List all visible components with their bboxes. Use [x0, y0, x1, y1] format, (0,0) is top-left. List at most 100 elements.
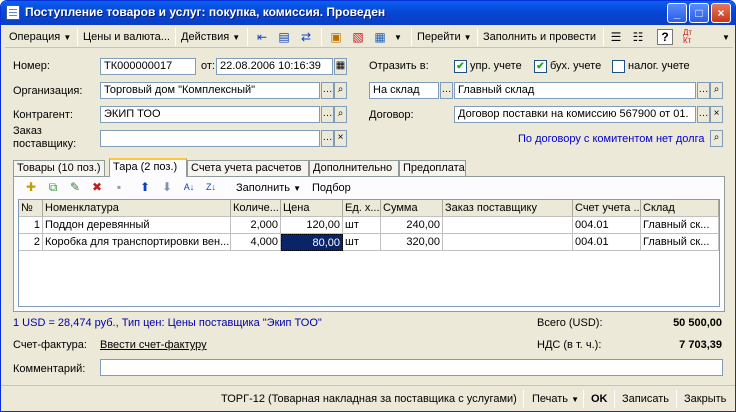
cell-sum[interactable]: 240,00	[381, 217, 443, 234]
col-header-order[interactable]: Заказ поставщику	[443, 200, 573, 217]
sort-asc-icon[interactable]: A↓	[180, 178, 198, 196]
debt-open-icon[interactable]: ⌕	[710, 130, 723, 147]
contractor-field[interactable]: ЭКИП ТОО	[100, 106, 320, 123]
contract-select-button[interactable]: …	[697, 106, 710, 123]
contractor-open-icon[interactable]: ⌕	[334, 106, 347, 123]
end-edit-icon[interactable]: ▪	[110, 178, 128, 196]
contractor-select-button[interactable]: …	[321, 106, 334, 123]
enter-invoice-link[interactable]: Ввести счет-фактуру	[100, 339, 207, 351]
col-header-warehouse[interactable]: Склад	[641, 200, 719, 217]
ok-button[interactable]: OK	[591, 390, 608, 408]
tara-table[interactable]: № Номенклатура Количе... Цена Ед. х... С…	[18, 199, 720, 307]
col-header-unit[interactable]: Ед. х...	[343, 200, 381, 217]
refresh-icon[interactable]: ⇄	[297, 28, 315, 46]
tab-prepayment[interactable]: Предоплата	[399, 160, 466, 176]
tab-accounts[interactable]: Счета учета расчетов	[187, 160, 309, 176]
col-header-item[interactable]: Номенклатура	[43, 200, 231, 217]
operation-menu[interactable]: Операция ▼	[7, 27, 73, 47]
move-up-icon[interactable]: ⬆	[136, 178, 154, 196]
prices-currency-button[interactable]: Цены и валюта...	[81, 27, 172, 47]
warehouse-select-button[interactable]: …	[697, 82, 710, 99]
order-clear-icon[interactable]: ×	[334, 130, 347, 147]
unpost-document-icon[interactable]: ▧	[349, 28, 367, 46]
tab-additional[interactable]: Дополнительно	[309, 160, 399, 176]
cell-number: 1	[19, 217, 43, 234]
tab-tara[interactable]: Тара (2 поз.)	[109, 158, 187, 177]
cell-quantity[interactable]: 2,000	[231, 217, 281, 234]
back-arrow-icon[interactable]: ⇤	[253, 28, 271, 46]
nal-checkbox[interactable]	[612, 60, 625, 73]
settings-list-icon[interactable]: ☷	[629, 28, 647, 46]
cell-warehouse[interactable]: Главный ск...	[641, 234, 719, 251]
warehouse-open-icon[interactable]: ⌕	[710, 82, 723, 99]
cell-item[interactable]: Коробка для транспортировки вен...	[43, 234, 231, 251]
chevron-down-icon[interactable]: ▼	[389, 28, 407, 46]
goto-menu[interactable]: Перейти ▼	[415, 27, 474, 47]
fill-menu[interactable]: Заполнить ▼	[234, 178, 303, 198]
cell-account[interactable]: 004.01	[573, 217, 641, 234]
post-document-icon[interactable]: ▣	[327, 28, 345, 46]
upr-checkbox[interactable]: ✔	[454, 60, 467, 73]
number-label: Номер:	[13, 60, 50, 72]
warehouse-type-field[interactable]: На склад	[369, 82, 439, 99]
cell-price-selected[interactable]: 80,00	[281, 234, 343, 251]
close-button[interactable]: Закрыть	[684, 390, 726, 408]
contract-clear-icon[interactable]: ×	[710, 106, 723, 123]
pick-button[interactable]: Подбор	[310, 178, 353, 198]
organization-select-button[interactable]: …	[321, 82, 334, 99]
move-down-icon[interactable]: ⬇	[158, 178, 176, 196]
cell-quantity[interactable]: 4,000	[231, 234, 281, 251]
cell-unit[interactable]: шт	[343, 234, 381, 251]
cell-unit[interactable]: шт	[343, 217, 381, 234]
print-menu[interactable]: Печать ▼	[532, 390, 579, 408]
contract-field[interactable]: Договор поставки на комиссию 567900 от 0…	[454, 106, 696, 123]
save-button[interactable]: Записать	[622, 390, 669, 408]
col-header-quantity[interactable]: Количе...	[231, 200, 281, 217]
order-field[interactable]	[100, 130, 320, 147]
calendar-icon[interactable]: ▦	[334, 58, 347, 75]
order-select-button[interactable]: …	[321, 130, 334, 147]
organization-open-icon[interactable]: ⌕	[334, 82, 347, 99]
debt-status-link[interactable]: По договору с комитентом нет долга	[518, 133, 705, 145]
warehouse-type-select-button[interactable]: …	[440, 82, 453, 99]
edit-row-icon[interactable]: ✎	[66, 178, 84, 196]
table-row[interactable]: 2 Коробка для транспортировки вен... 4,0…	[19, 234, 719, 251]
sort-desc-icon[interactable]: Z↓	[202, 178, 220, 196]
maximize-button[interactable]: □	[689, 3, 709, 23]
minimize-button[interactable]: _	[667, 3, 687, 23]
tab-goods[interactable]: Товары (10 поз.)	[13, 160, 105, 176]
add-row-icon[interactable]: ✚	[22, 178, 40, 196]
date-field[interactable]: 22.08.2006 10:16:39	[216, 58, 333, 75]
copy-row-icon[interactable]: ⧉	[44, 178, 62, 196]
col-header-price[interactable]: Цена	[281, 200, 343, 217]
help-icon[interactable]: ?	[657, 29, 673, 45]
col-header-sum[interactable]: Сумма	[381, 200, 443, 217]
structure-icon[interactable]: ☰	[607, 28, 625, 46]
actions-menu[interactable]: Действия ▼	[179, 27, 242, 47]
buh-checkbox[interactable]: ✔	[534, 60, 547, 73]
cell-sum[interactable]: 320,00	[381, 234, 443, 251]
organization-field[interactable]: Торговый дом "Комплексный"	[100, 82, 320, 99]
torg12-print-button[interactable]: ТОРГ-12 (Товарная накладная за поставщик…	[221, 390, 517, 408]
comment-field[interactable]	[100, 359, 723, 376]
cell-account[interactable]: 004.01	[573, 234, 641, 251]
cell-order[interactable]	[443, 217, 573, 234]
close-window-button[interactable]: ×	[711, 3, 731, 23]
toolbar-more-icon[interactable]: ▼	[717, 28, 735, 46]
table-row[interactable]: 1 Поддон деревянный 2,000 120,00 шт 240,…	[19, 217, 719, 234]
title-bar[interactable]: Поступление товаров и услуг: покупка, ко…	[1, 1, 735, 25]
col-header-account[interactable]: Счет учета ...	[573, 200, 641, 217]
warehouse-field[interactable]: Главный склад	[454, 82, 696, 99]
document-list-icon[interactable]: ▤	[275, 28, 293, 46]
cell-order[interactable]	[443, 234, 573, 251]
dt-kt-icon[interactable]: Дт Кт	[683, 28, 701, 46]
cell-item[interactable]: Поддон деревянный	[43, 217, 231, 234]
fill-and-post-button[interactable]: Заполнить и провести	[481, 27, 598, 47]
number-field[interactable]: ТК000000017	[100, 58, 196, 75]
cell-price[interactable]: 120,00	[281, 217, 343, 234]
col-header-number[interactable]: №	[19, 200, 43, 217]
delete-row-icon[interactable]: ✖	[88, 178, 106, 196]
based-on-icon[interactable]: ▦	[371, 28, 389, 46]
cell-warehouse[interactable]: Главный ск...	[641, 217, 719, 234]
bottom-bar: ТОРГ-12 (Товарная накладная за поставщик…	[1, 385, 735, 411]
